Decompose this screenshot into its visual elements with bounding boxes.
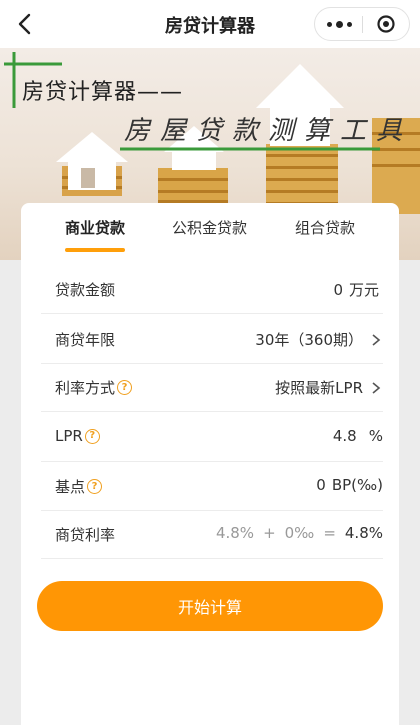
basis-points-label: 基点 bbox=[55, 478, 86, 496]
lpr-value-input[interactable]: 4.8 bbox=[333, 427, 357, 445]
rate-lpr-part: 4.8% bbox=[215, 524, 255, 542]
loan-amount-row[interactable]: 贷款金额 0 万元 bbox=[41, 264, 383, 314]
help-icon[interactable]: ? bbox=[84, 428, 100, 444]
rate-mode-label: 利率方式 bbox=[55, 379, 116, 397]
loan-term-label: 商贷年限 bbox=[55, 331, 116, 349]
banner-title: 房贷计算器—— bbox=[22, 80, 184, 105]
chevron-right-icon bbox=[372, 333, 381, 346]
active-tab-indicator bbox=[65, 248, 125, 252]
banner-subtitle: 房屋贷款测算工具 bbox=[124, 116, 413, 146]
rate-mode-row[interactable]: 利率方式 ? 按照最新LPR bbox=[41, 362, 383, 412]
lpr-label: LPR bbox=[55, 427, 83, 445]
help-icon[interactable]: ? bbox=[87, 479, 103, 494]
rate-mode-value: 按照最新LPR bbox=[275, 379, 363, 397]
loan-type-tabs: 商业贷款 公积金贷款 组合贷款 bbox=[21, 203, 399, 255]
commercial-rate-label: 商贷利率 bbox=[55, 526, 116, 544]
close-button[interactable] bbox=[363, 8, 409, 40]
basis-points-unit: BP(‰) bbox=[331, 476, 383, 494]
lpr-row: LPR ? 4.8 % bbox=[41, 412, 383, 462]
rate-bp-part: 0‰ bbox=[284, 524, 315, 542]
loan-amount-label: 贷款金额 bbox=[55, 281, 116, 299]
loan-term-value: 30年（360期） bbox=[255, 331, 363, 349]
lpr-unit: % bbox=[368, 427, 383, 445]
more-dots-icon bbox=[326, 20, 352, 28]
chevron-right-icon bbox=[372, 381, 381, 394]
close-target-icon bbox=[377, 15, 395, 33]
loan-amount-input[interactable]: 0 bbox=[333, 281, 343, 299]
rate-plus-sign: + bbox=[263, 524, 276, 542]
mini-program-capsule bbox=[314, 7, 410, 41]
commercial-rate-row: 商贷利率 4.8% + 0‰ = 4.8% bbox=[41, 509, 383, 559]
basis-points-row: 基点 ? 0 BP(‰) bbox=[41, 461, 383, 511]
more-button[interactable] bbox=[315, 8, 363, 40]
top-bar: 房贷计算器 bbox=[0, 0, 420, 48]
tab-commercial-loan[interactable]: 商业贷款 bbox=[65, 217, 125, 238]
tab-provident-fund-loan[interactable]: 公积金贷款 bbox=[172, 217, 247, 238]
calculator-card: 商业贷款 公积金贷款 组合贷款 贷款金额 0 万元 商贷年限 30年（360期）… bbox=[21, 203, 399, 725]
loan-amount-unit: 万元 bbox=[348, 281, 379, 299]
start-calculation-button[interactable]: 开始计算 bbox=[37, 581, 383, 631]
rate-equals-sign: = bbox=[323, 524, 336, 542]
basis-points-input[interactable]: 0 bbox=[316, 476, 326, 494]
tab-combined-loan[interactable]: 组合贷款 bbox=[295, 217, 355, 238]
loan-term-row[interactable]: 商贷年限 30年（360期） bbox=[41, 314, 383, 364]
rate-result: 4.8% bbox=[344, 524, 383, 542]
help-icon[interactable]: ? bbox=[117, 380, 133, 395]
